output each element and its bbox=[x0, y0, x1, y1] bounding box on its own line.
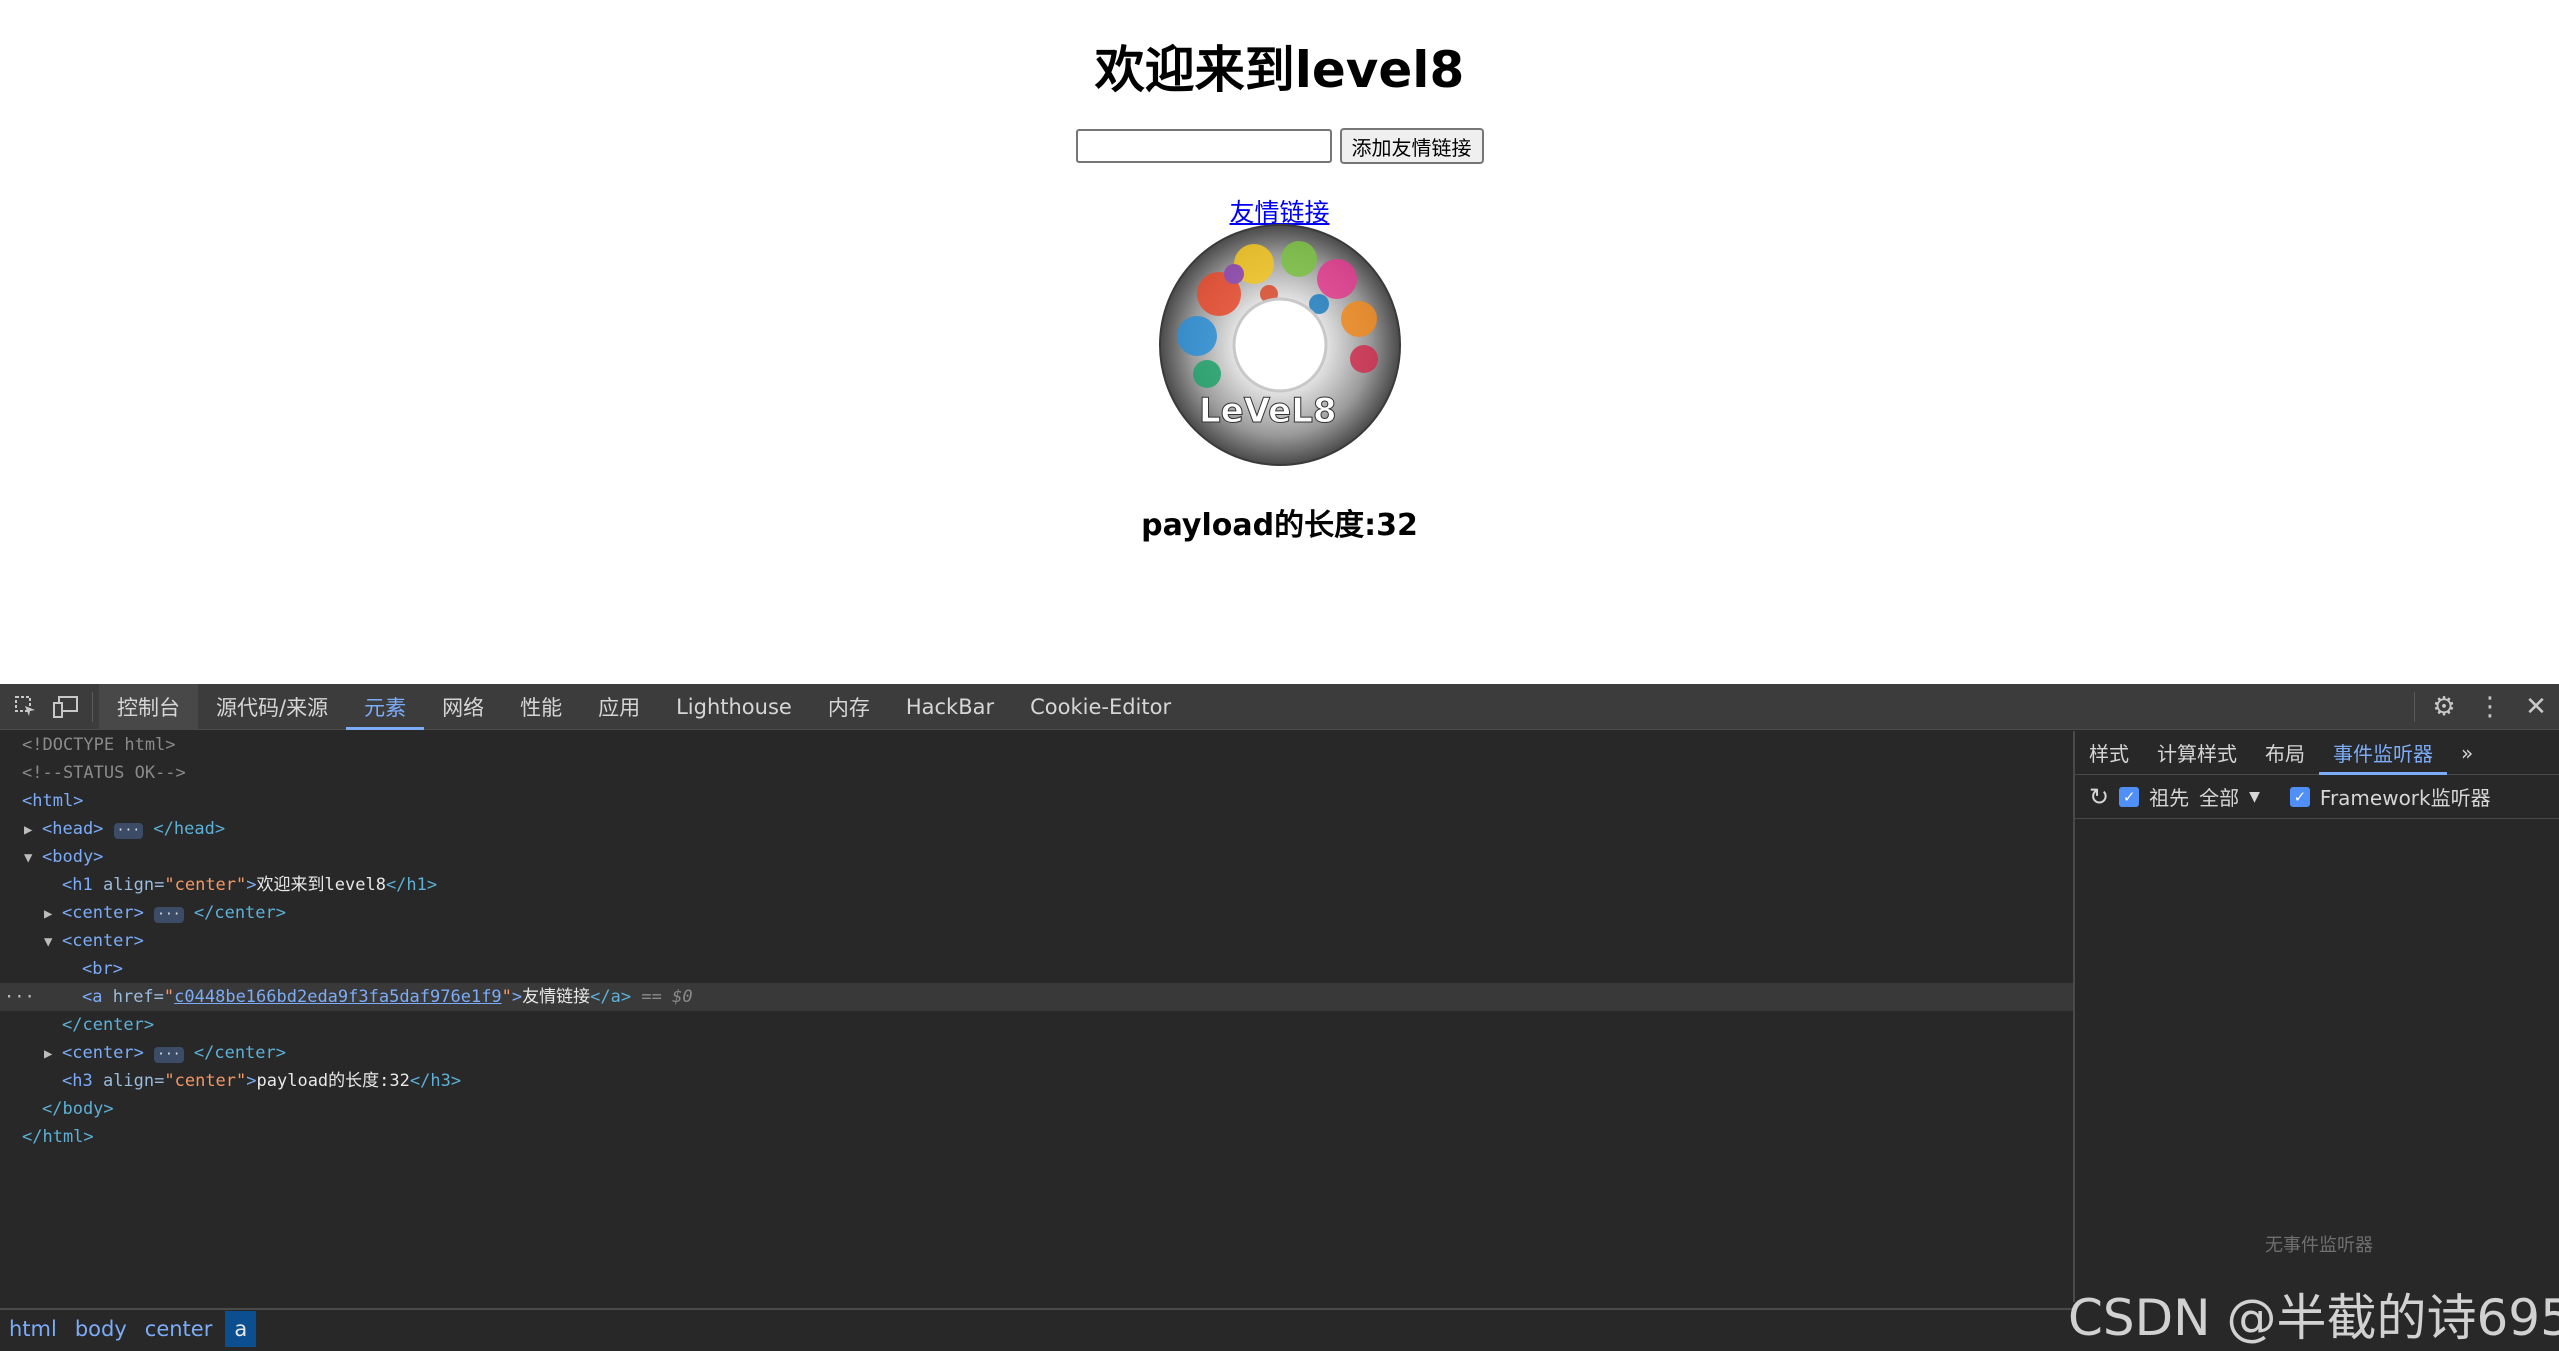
tab-network[interactable]: 网络 bbox=[424, 684, 502, 730]
link-input[interactable] bbox=[1075, 129, 1332, 163]
ancestors-checkbox[interactable]: ✓ bbox=[2119, 786, 2140, 807]
dom-line-doctype[interactable]: <!DOCTYPE html> bbox=[0, 731, 2073, 759]
tab-hackbar[interactable]: HackBar bbox=[888, 684, 1012, 730]
devtools-toolbar: 控制台 源代码/来源 元素 网络 性能 应用 Lighthouse 内存 Hac… bbox=[0, 683, 2559, 730]
disc-logo-text: LeVeL8 bbox=[1199, 391, 1337, 431]
tab-styles[interactable]: 样式 bbox=[2075, 731, 2143, 775]
devtools-right-controls: ⚙ ⋮ ✕ bbox=[2408, 684, 2559, 730]
dom-line-html-open[interactable]: <html> bbox=[0, 787, 2073, 815]
close-devtools-icon[interactable]: ✕ bbox=[2513, 684, 2559, 730]
more-options-icon[interactable]: ⋮ bbox=[2467, 684, 2513, 730]
tab-layout[interactable]: 布局 bbox=[2251, 731, 2319, 775]
elements-dom-tree: <!DOCTYPE html> <!--STATUS OK--> <html> … bbox=[0, 731, 2073, 1302]
collapsed-ellipsis[interactable]: ··· bbox=[154, 907, 184, 923]
expand-triangle-icon[interactable]: ▶ bbox=[44, 1040, 62, 1068]
dom-line-center-1[interactable]: ▶ <center> ··· </center> bbox=[0, 899, 2073, 927]
doctype-text: <!DOCTYPE html> bbox=[22, 735, 176, 755]
devtools-panel: 控制台 源代码/来源 元素 网络 性能 应用 Lighthouse 内存 Hac… bbox=[0, 683, 2559, 1351]
h3-dom-text: payload的长度:32 bbox=[256, 1071, 410, 1091]
dom-line-body-open[interactable]: ▼ <body> bbox=[0, 843, 2073, 871]
dom-line-center-3[interactable]: ▶ <center> ··· </center> bbox=[0, 1039, 2073, 1067]
ancestors-label: 祖先 bbox=[2149, 786, 2190, 810]
dom-line-h1[interactable]: <h1 align="center">欢迎来到level8</h1> bbox=[0, 871, 2073, 899]
more-tabs-chevron-icon[interactable]: » bbox=[2447, 731, 2487, 775]
settings-gear-icon[interactable]: ⚙ bbox=[2421, 684, 2467, 730]
tab-sources[interactable]: 源代码/来源 bbox=[198, 684, 346, 730]
dom-line-h3[interactable]: <h3 align="center">payload的长度:32</h3> bbox=[0, 1067, 2073, 1095]
dom-line-comment[interactable]: <!--STATUS OK--> bbox=[0, 759, 2073, 787]
anchor-dom-text: 友情链接 bbox=[522, 987, 591, 1007]
tab-event-listeners[interactable]: 事件监听器 bbox=[2319, 731, 2447, 775]
dom-line-html-close[interactable]: </html> bbox=[0, 1123, 2073, 1151]
collapse-triangle-icon[interactable]: ▼ bbox=[24, 844, 42, 872]
device-toolbar-icon[interactable] bbox=[46, 684, 86, 730]
level8-disc-image: LeVeL8 bbox=[1159, 224, 1401, 466]
dom-line-anchor-selected[interactable]: ··· <a href="c0448be166bd2eda9f3fa5daf97… bbox=[0, 983, 2073, 1011]
dropdown-arrow-icon[interactable]: ▼ bbox=[2249, 789, 2260, 805]
refresh-icon[interactable]: ↻ bbox=[2089, 783, 2109, 811]
payload-length-heading: payload的长度:32 bbox=[1141, 508, 1418, 543]
status-comment: <!--STATUS OK--> bbox=[22, 763, 186, 783]
event-listener-options: ↻ ✓ 祖先 全部 ▼ ✓ Framework监听器 bbox=[2075, 775, 2559, 819]
collapsed-ellipsis[interactable]: ··· bbox=[113, 823, 144, 839]
dom-line-head[interactable]: ▶ <head> ··· </head> bbox=[0, 815, 2073, 843]
tab-performance[interactable]: 性能 bbox=[502, 684, 580, 730]
more-actions-icon[interactable]: ··· bbox=[4, 983, 35, 1011]
expand-triangle-icon[interactable]: ▶ bbox=[24, 816, 42, 844]
add-link-button[interactable]: 添加友情链接 bbox=[1339, 128, 1484, 164]
selected-element-marker: == $0 bbox=[641, 987, 693, 1007]
csdn-watermark: CSDN @半截的诗695 bbox=[2068, 1289, 2559, 1347]
dom-line-center-2-open[interactable]: ▼ <center> bbox=[0, 927, 2073, 955]
framework-listeners-label: Framework监听器 bbox=[2319, 786, 2491, 810]
framework-listeners-checkbox[interactable]: ✓ bbox=[2289, 786, 2310, 807]
link-form: 添加友情链接 bbox=[0, 128, 2559, 164]
tab-console[interactable]: 控制台 bbox=[99, 683, 198, 730]
dom-line-center-2-close[interactable]: </center> bbox=[0, 1011, 2073, 1039]
no-listeners-note: 无事件监听器 bbox=[2265, 1235, 2373, 1256]
toolbar-separator bbox=[92, 691, 93, 722]
tab-application[interactable]: 应用 bbox=[580, 684, 658, 730]
page-viewport: 欢迎来到level8 添加友情链接 友情链接 LeVeL8 payload的长度… bbox=[0, 0, 2559, 684]
breadcrumb-center[interactable]: center bbox=[136, 1311, 222, 1347]
friend-link[interactable]: 友情链接 bbox=[1229, 198, 1329, 227]
h1-dom-text: 欢迎来到level8 bbox=[256, 875, 386, 895]
event-listeners-pane: 样式 计算样式 布局 事件监听器 » ↻ ✓ 祖先 全部 ▼ ✓ Framewo… bbox=[2073, 731, 2559, 1302]
breadcrumb-html[interactable]: html bbox=[0, 1311, 66, 1347]
tab-lighthouse[interactable]: Lighthouse bbox=[658, 684, 810, 730]
anchor-href-value[interactable]: c0448be166bd2eda9f3fa5daf976e1f9 bbox=[174, 987, 502, 1007]
expand-triangle-icon[interactable]: ▶ bbox=[44, 900, 62, 928]
breadcrumb-body[interactable]: body bbox=[66, 1311, 136, 1347]
tab-elements[interactable]: 元素 bbox=[346, 684, 425, 730]
toolbar-separator bbox=[2414, 691, 2415, 722]
page-title: 欢迎来到level8 bbox=[1094, 41, 1465, 99]
collapse-triangle-icon[interactable]: ▼ bbox=[44, 928, 62, 956]
side-tabs: 样式 计算样式 布局 事件监听器 » bbox=[2075, 731, 2559, 775]
tab-cookie-editor[interactable]: Cookie-Editor bbox=[1012, 684, 1189, 730]
dom-breadcrumb: html body center a bbox=[0, 1308, 2073, 1348]
dom-line-body-close[interactable]: </body> bbox=[0, 1095, 2073, 1123]
collapsed-ellipsis[interactable]: ··· bbox=[154, 1047, 184, 1063]
inspect-element-icon[interactable] bbox=[6, 684, 46, 730]
tab-memory[interactable]: 内存 bbox=[810, 684, 888, 730]
filter-select[interactable]: 全部 bbox=[2199, 782, 2239, 811]
breadcrumb-a[interactable]: a bbox=[225, 1311, 257, 1347]
tab-computed[interactable]: 计算样式 bbox=[2143, 731, 2251, 775]
dom-line-br[interactable]: <br> bbox=[0, 955, 2073, 983]
